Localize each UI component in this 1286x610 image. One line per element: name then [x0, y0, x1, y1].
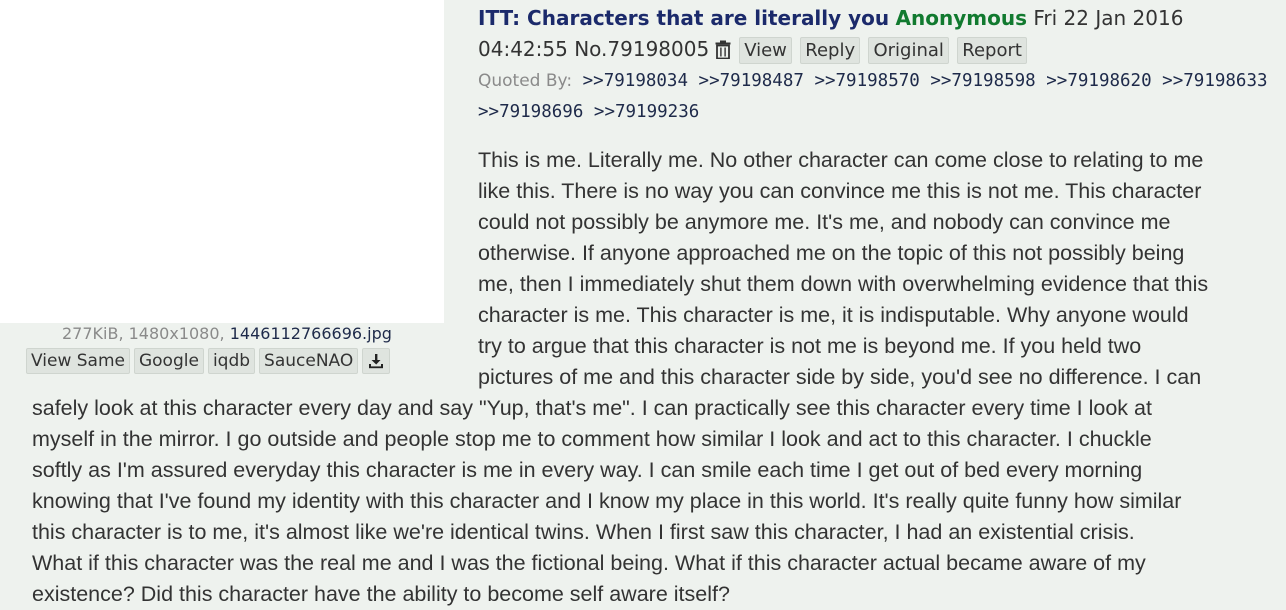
backlink[interactable]: >>79198696 — [478, 102, 583, 122]
backlink[interactable]: >>79199236 — [594, 102, 699, 122]
view-button[interactable]: View — [739, 37, 792, 64]
iqdb-search-button[interactable]: iqdb — [207, 348, 256, 374]
body-line: me, then I immediately shut them down wi… — [478, 272, 1209, 296]
body-line: What if this character was the real me a… — [32, 551, 1146, 575]
download-button[interactable] — [362, 348, 391, 374]
body-line: This is me. Literally me. No other chara… — [478, 148, 1204, 172]
original-button[interactable]: Original — [868, 37, 949, 64]
post-body-beside-image: This is me. Literally me. No other chara… — [478, 145, 1278, 393]
body-line: try to argue that this character is not … — [478, 334, 1142, 358]
body-line: safely look at this character every day … — [32, 396, 1152, 420]
body-line: like this. There is no way you can convi… — [478, 179, 1202, 203]
image-search-tools: View Same Google iqdb SauceNAO — [26, 348, 391, 374]
delete-button[interactable] — [715, 37, 731, 68]
download-icon — [369, 354, 384, 369]
body-line: otherwise. If anyone approached me on th… — [478, 241, 1185, 265]
poster-name: Anonymous — [895, 6, 1027, 30]
body-line: myself in the mirror. I go outside and p… — [32, 427, 1152, 451]
saucenao-search-button[interactable]: SauceNAO — [259, 348, 359, 374]
body-line: knowing that I've found my identity with… — [32, 489, 1182, 513]
file-info: 277KiB, 1480x1080, 1446112766696.jpg — [62, 323, 392, 345]
post-body-full-width: safely look at this character every day … — [32, 393, 1282, 610]
backlink[interactable]: >>79198620 — [1046, 71, 1151, 91]
body-line: softly as I'm assured everyday this char… — [32, 458, 1143, 482]
post-number-link[interactable]: No.79198005 — [574, 37, 709, 61]
body-line: could not possibly be anymore me. It's m… — [478, 210, 1171, 234]
quoted-by: Quoted By: >>79198034 >>79198487 >>79198… — [478, 66, 1283, 128]
reply-button[interactable]: Reply — [800, 37, 861, 64]
backlink[interactable]: >>79198487 — [699, 71, 804, 91]
backlink[interactable]: >>79198598 — [930, 71, 1035, 91]
post-header: ITT: Characters that are literally you A… — [478, 3, 1278, 68]
body-line: this character is to me, it's almost lik… — [32, 520, 1135, 544]
post-subject: ITT: Characters that are literally you — [478, 6, 890, 30]
report-button[interactable]: Report — [957, 37, 1027, 64]
file-meta: 277KiB, 1480x1080, — [62, 324, 225, 343]
body-line: existence? Did this character have the a… — [32, 582, 730, 606]
view-same-button[interactable]: View Same — [26, 348, 130, 374]
backlink[interactable]: >>79198570 — [814, 71, 919, 91]
quoted-by-label: Quoted By: — [478, 71, 573, 91]
file-name-link[interactable]: 1446112766696.jpg — [230, 324, 392, 343]
trash-icon — [715, 40, 731, 60]
body-line: pictures of me and this character side b… — [478, 365, 1202, 389]
backlink[interactable]: >>79198633 — [1162, 71, 1267, 91]
backlink[interactable]: >>79198034 — [583, 71, 688, 91]
google-search-button[interactable]: Google — [133, 348, 204, 374]
post-thumbnail[interactable] — [0, 0, 444, 323]
body-line: character is me. This character is me, i… — [478, 303, 1189, 327]
